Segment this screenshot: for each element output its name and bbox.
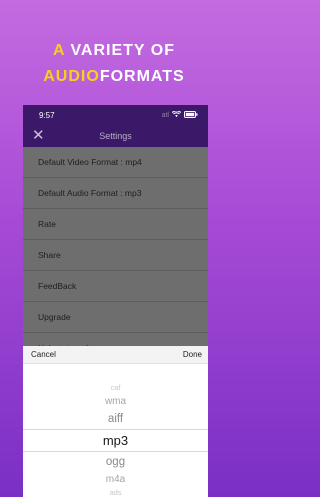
format-picker-wheel[interactable]: caf wma aiff mp3 ogg m4a ads <box>23 364 208 497</box>
picker-option-selected[interactable]: mp3 <box>23 433 208 448</box>
signal-text: atl <box>161 111 169 119</box>
battery-icon <box>184 110 198 120</box>
nav-bar: ✕ Settings <box>23 125 208 147</box>
status-bar: 9:57 atl <box>23 105 208 125</box>
done-button[interactable]: Done <box>183 350 202 359</box>
picker-option[interactable]: m4a <box>23 474 208 485</box>
settings-item-label: FeedBack <box>38 281 77 291</box>
settings-item-upgrade[interactable]: Upgrade <box>23 302 208 333</box>
picker-option[interactable]: aiff <box>23 413 208 425</box>
promo-line-1-text: VARIETY OF <box>70 42 175 59</box>
settings-item-default-audio-format[interactable]: Default Audio Format : mp3 <box>23 178 208 209</box>
settings-item-feedback[interactable]: FeedBack <box>23 271 208 302</box>
status-time: 9:57 <box>39 110 55 120</box>
settings-item-rate[interactable]: Rate <box>23 209 208 240</box>
settings-item-default-video-format[interactable]: Default Video Format : mp4 <box>23 147 208 178</box>
promo-line-2: AUDIOFORMATS <box>0 64 228 90</box>
format-picker-sheet: Cancel Done caf wma aiff mp3 ogg m4a ads <box>23 346 208 497</box>
picker-option[interactable]: ads <box>23 488 208 497</box>
wifi-icon <box>171 109 182 120</box>
promo-highlight: AUDIO <box>43 68 100 85</box>
picker-toolbar: Cancel Done <box>23 346 208 364</box>
close-icon[interactable]: ✕ <box>32 127 45 145</box>
picker-option[interactable]: ogg <box>23 456 208 468</box>
phone-screen: 9:57 atl ✕ Settings Default Video Format… <box>23 105 208 497</box>
promo-headline: A VARIETY OF AUDIOFORMATS <box>0 38 228 90</box>
cancel-button[interactable]: Cancel <box>31 350 56 359</box>
promo-letter: A <box>53 42 65 59</box>
settings-item-share[interactable]: Share <box>23 240 208 271</box>
settings-item-label: Default Audio Format : mp3 <box>38 188 142 198</box>
page-title: Settings <box>99 131 132 141</box>
settings-item-label: Default Video Format : mp4 <box>38 157 142 167</box>
status-icons: atl <box>161 109 198 120</box>
settings-list: Default Video Format : mp4 Default Audio… <box>23 147 208 364</box>
promo-line-1: A VARIETY OF <box>0 38 228 64</box>
promo-line-2-text: FORMATS <box>99 68 185 85</box>
settings-item-label: Rate <box>38 219 56 229</box>
settings-item-label: Share <box>38 250 61 260</box>
settings-item-label: Upgrade <box>38 312 71 322</box>
picker-option[interactable]: wma <box>23 396 208 407</box>
picker-option[interactable]: caf <box>23 383 208 392</box>
